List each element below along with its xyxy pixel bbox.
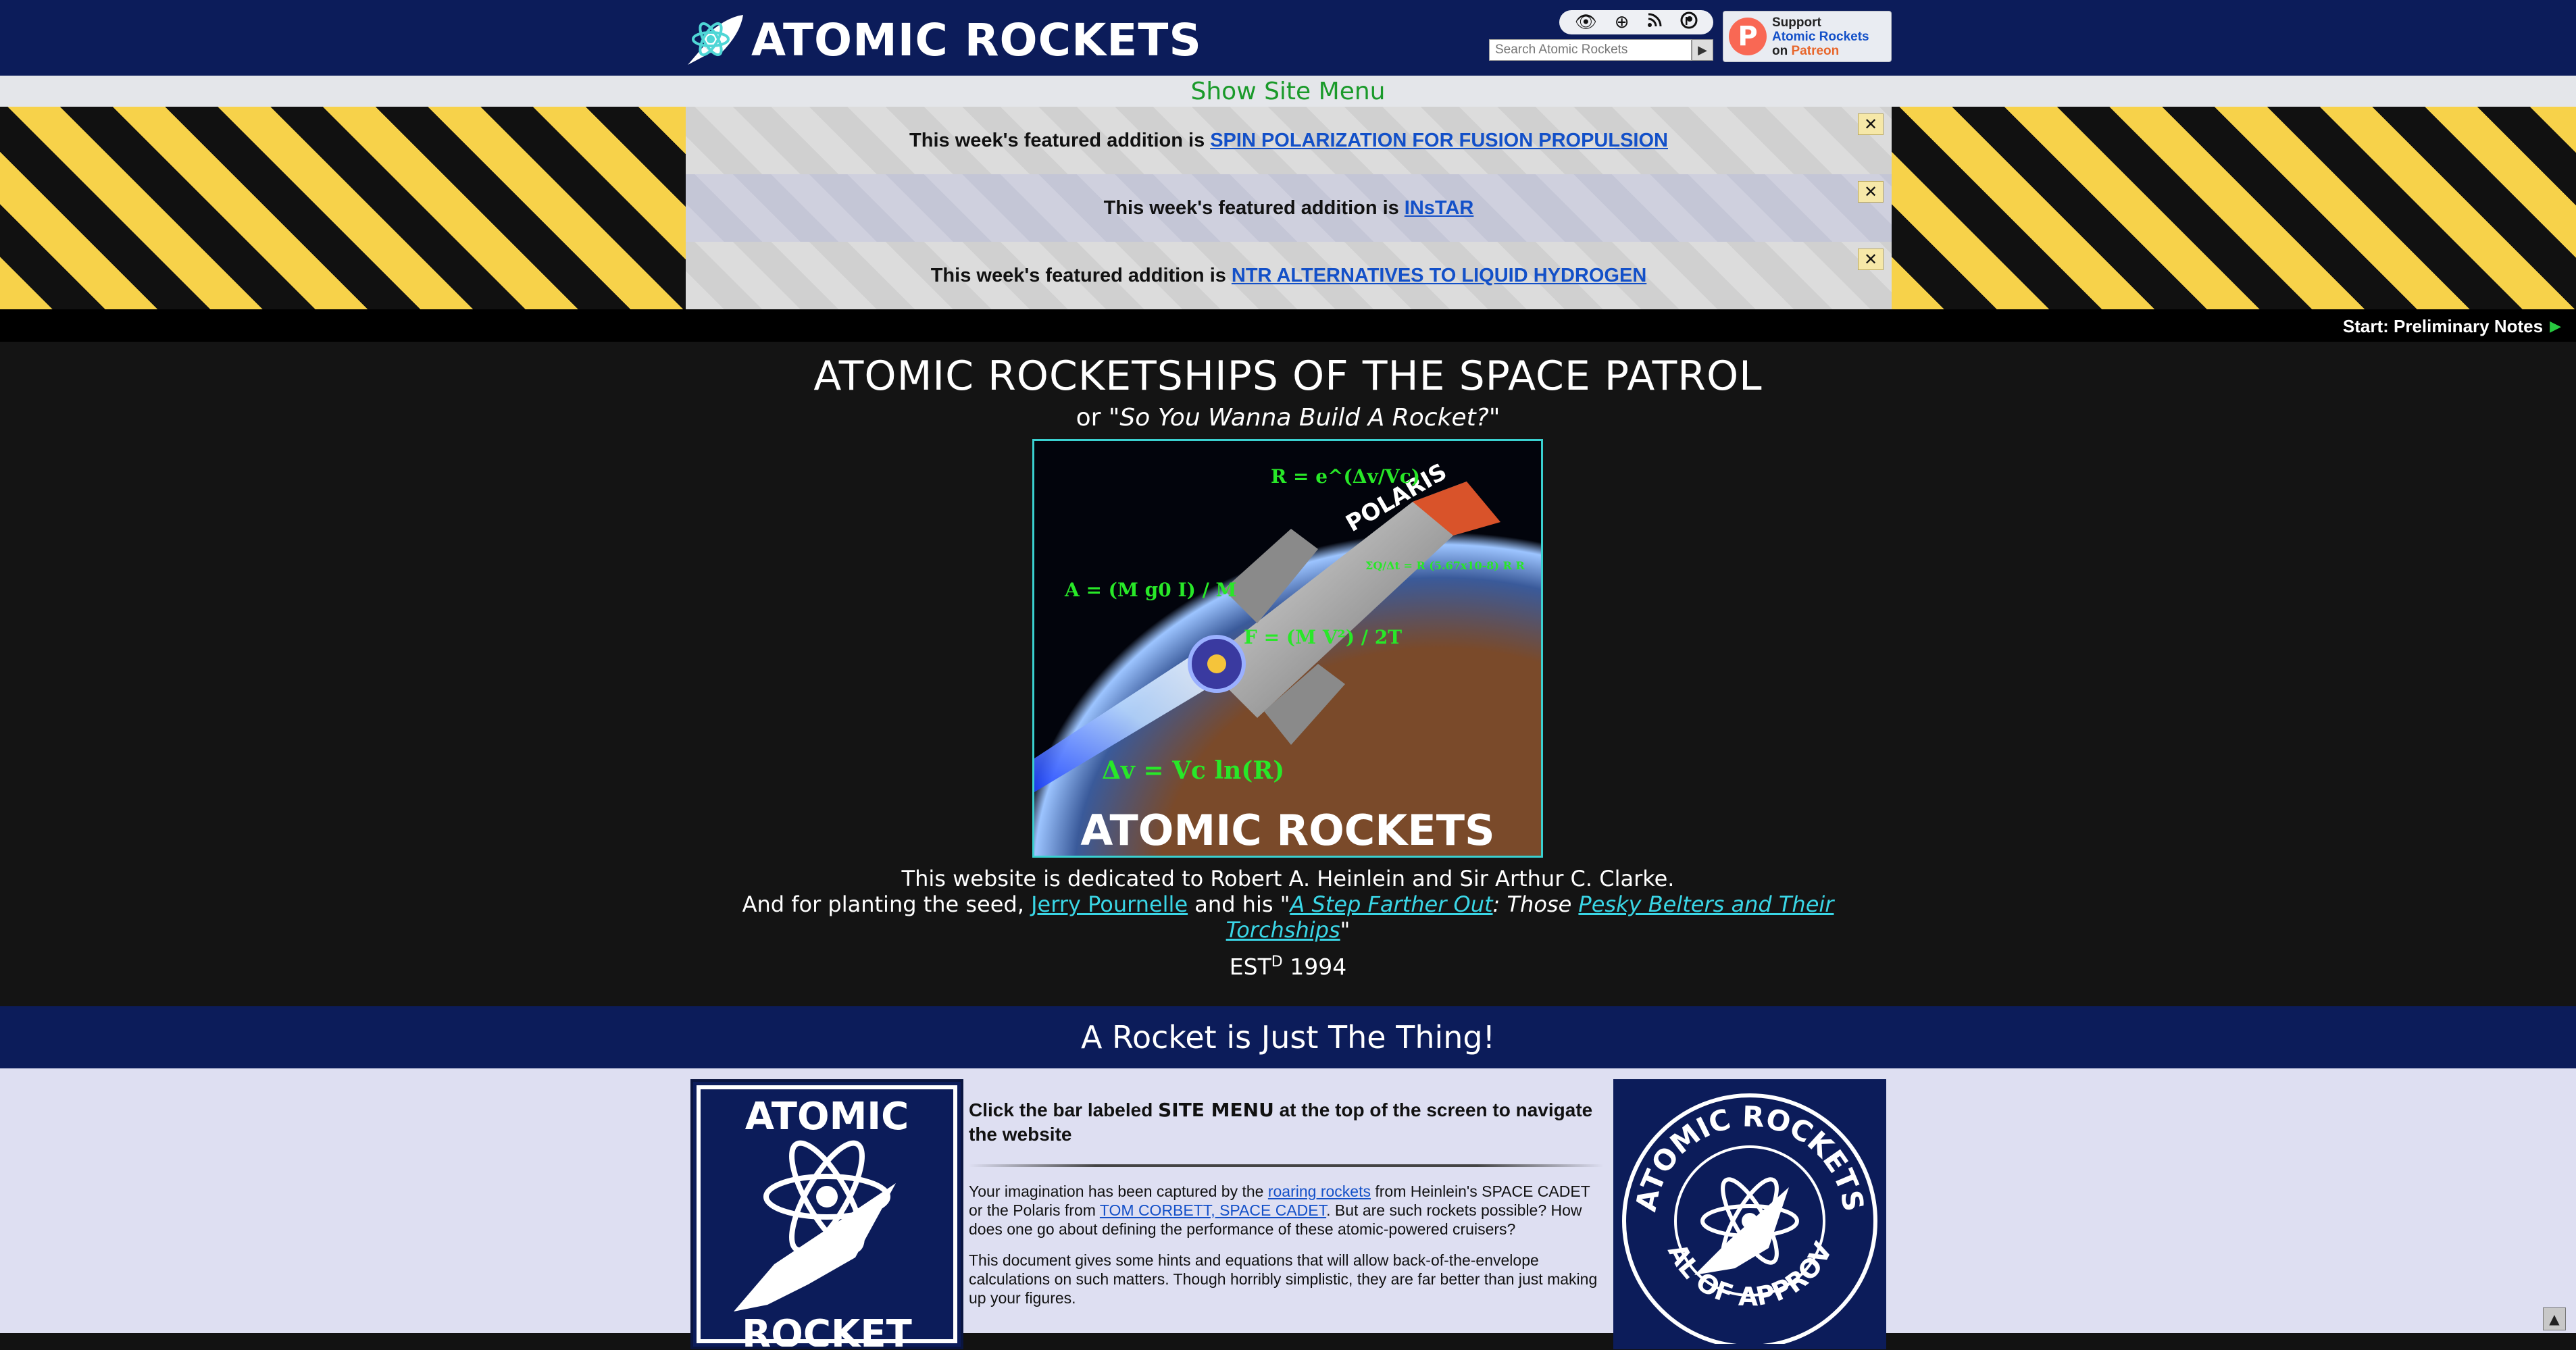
dedication-mid-2: : Those [1492, 891, 1579, 917]
equation: A = (M g0 I) / M [1064, 579, 1237, 601]
badge-bottom-text: ROCKET [742, 1312, 912, 1347]
dedication-prefix: And for planting the seed, [742, 891, 1032, 917]
patreon-logo-icon: P [1729, 18, 1767, 55]
rocket-logo-icon [688, 15, 743, 65]
atomic-rocket-badge: ATOMIC ROCKET [690, 1079, 963, 1350]
close-icon[interactable]: ✕ [1858, 113, 1884, 135]
equation: R = e^(Δv/Vc) [1271, 465, 1420, 488]
featured-prefix: This week's featured addition is [1103, 197, 1399, 219]
eye-icon[interactable]: 👁 [1575, 12, 1597, 32]
paragraph: This document gives some hints and equat… [969, 1251, 1598, 1307]
patreon-glyph [1680, 11, 1698, 28]
featured-prefix: This week's featured addition is [930, 264, 1226, 286]
subtitle-prefix: or [1076, 404, 1109, 432]
featured-link[interactable]: NTR ALTERNATIVES TO LIQUID HYDROGEN [1232, 265, 1646, 287]
equation: Δv = Vc ln(R) [1102, 756, 1284, 785]
established-date: ESTD 1994 [0, 954, 2576, 980]
close-icon[interactable]: ✕ [1858, 249, 1884, 270]
equation: ΣQ/Δt = R (5.67x10-8) R R [1365, 559, 1525, 572]
hero-caption: ATOMIC ROCKETS [1080, 806, 1494, 855]
start-preliminary-notes-link[interactable]: Start: Preliminary Notes ▶ [2343, 316, 2561, 337]
scroll-to-top-button[interactable]: ▲ [2543, 1307, 2566, 1330]
instruction-strong: SITE MENU [1158, 1099, 1274, 1121]
dedication-end: " [1340, 917, 1350, 943]
rss-icon[interactable] [1646, 12, 1663, 33]
show-site-menu-bar[interactable]: Show Site Menu [0, 76, 2576, 107]
tom-corbett-link[interactable]: TOM CORBETT, SPACE CADET [1100, 1201, 1326, 1219]
equation: F = (M V²) / 2T [1244, 626, 1402, 648]
dedication-line-1: This website is dedicated to Robert A. H… [901, 866, 1675, 891]
search-form: ▶ [1489, 39, 1713, 61]
close-icon[interactable]: ✕ [1858, 181, 1884, 203]
featured-prefix: This week's featured addition is [909, 129, 1205, 151]
search-input[interactable] [1489, 39, 1692, 61]
rss-glyph [1648, 13, 1662, 27]
toolbar-icons: 👁 ⊕ [1559, 10, 1713, 34]
rocket-illustration: POLARIS R = e^(Δv/Vc) A = (M g0 I) / M F… [1034, 441, 1541, 856]
patreon-line-2: Atomic Rockets [1772, 29, 1869, 44]
paragraph: Your imagination has been captured by th… [969, 1182, 1604, 1239]
site-logo[interactable]: ATOMIC ROCKETS [684, 9, 1224, 70]
navigation-instruction: Click the bar labeled SITE MENU at the t… [969, 1098, 1604, 1147]
page-title: ATOMIC ROCKETSHIPS OF THE SPACE PATROL [813, 353, 1763, 400]
est-superscript: D [1271, 954, 1283, 970]
jerry-pournelle-link[interactable]: Jerry Pournelle [1031, 891, 1188, 917]
featured-notice: This week's featured addition is NTR ALT… [686, 242, 1892, 309]
dedication-mid: and his " [1188, 891, 1290, 917]
featured-notice: This week's featured addition is INsTAR … [686, 174, 1892, 242]
atomic-rocket-badge-art: ATOMIC ROCKET [697, 1085, 957, 1350]
section-heading-bar: A Rocket is Just The Thing! [0, 1006, 2576, 1068]
start-navigation-bar: Start: Preliminary Notes ▶ [0, 309, 2576, 342]
patreon-line-3: on Patreon [1772, 44, 1869, 58]
roaring-rockets-link[interactable]: roaring rockets [1268, 1183, 1371, 1200]
intro-text-column: Click the bar labeled SITE MENU at the t… [969, 1098, 1604, 1320]
instruction-prefix: Click the bar labeled [969, 1099, 1159, 1120]
engine-core [1207, 654, 1226, 673]
featured-link[interactable]: INsTAR [1405, 197, 1474, 219]
search-button[interactable]: ▶ [1692, 39, 1713, 61]
section-title: A Rocket is Just The Thing! [1080, 1019, 1496, 1056]
p1-text-a: Your imagination has been captured by th… [969, 1183, 1268, 1200]
est-year: 1994 [1282, 954, 1347, 980]
site-header [0, 0, 2576, 78]
patreon-line-1: Support [1772, 15, 1821, 30]
patreon-support-text: Support Atomic Rockets on Patreon [1772, 16, 1869, 58]
divider [969, 1164, 1604, 1167]
page-subtitle: or "So You Wanna Build A Rocket?" [0, 404, 2576, 432]
play-arrow-icon: ▶ [2550, 318, 2561, 335]
seal-of-approval-badge: ATOMIC ROCKETS SEAL OF APPROVAL [1603, 1056, 1886, 1349]
dedication: This website is dedicated to Robert A. H… [0, 866, 2576, 943]
badge-rocket [734, 1183, 896, 1312]
hero-rocket-image: POLARIS R = e^(Δv/Vc) A = (M g0 I) / M F… [1032, 439, 1543, 858]
featured-notices: This week's featured addition is SPIN PO… [686, 107, 1892, 309]
patreon-support-button[interactable]: P Support Atomic Rockets on Patreon [1723, 11, 1892, 62]
start-link-label: Start: Preliminary Notes [2342, 316, 2544, 336]
dedication-line-2: And for planting the seed, Jerry Pournel… [714, 891, 1863, 943]
featured-notice: This week's featured addition is SPIN PO… [686, 107, 1892, 174]
patreon-line-3-prefix: on [1772, 43, 1792, 58]
badge-top-text: ATOMIC [745, 1095, 909, 1139]
subtitle-quote: "So You Wanna Build A Rocket?" [1108, 404, 1500, 432]
show-site-menu-label: Show Site Menu [1190, 77, 1386, 105]
logo-text: ATOMIC ROCKETS [751, 14, 1202, 66]
est-prefix: EST [1229, 954, 1271, 980]
patreon-brand: Patreon [1791, 43, 1840, 58]
patreon-icon[interactable] [1680, 11, 1698, 34]
seal-of-approval-art: ATOMIC ROCKETS SEAL OF APPROVAL [1603, 1056, 1877, 1349]
featured-link[interactable]: SPIN POLARIZATION FOR FUSION PROPULSION [1210, 130, 1668, 152]
crosshair-icon[interactable]: ⊕ [1615, 12, 1630, 32]
step-farther-out-link[interactable]: A Step Farther Out [1290, 891, 1492, 917]
